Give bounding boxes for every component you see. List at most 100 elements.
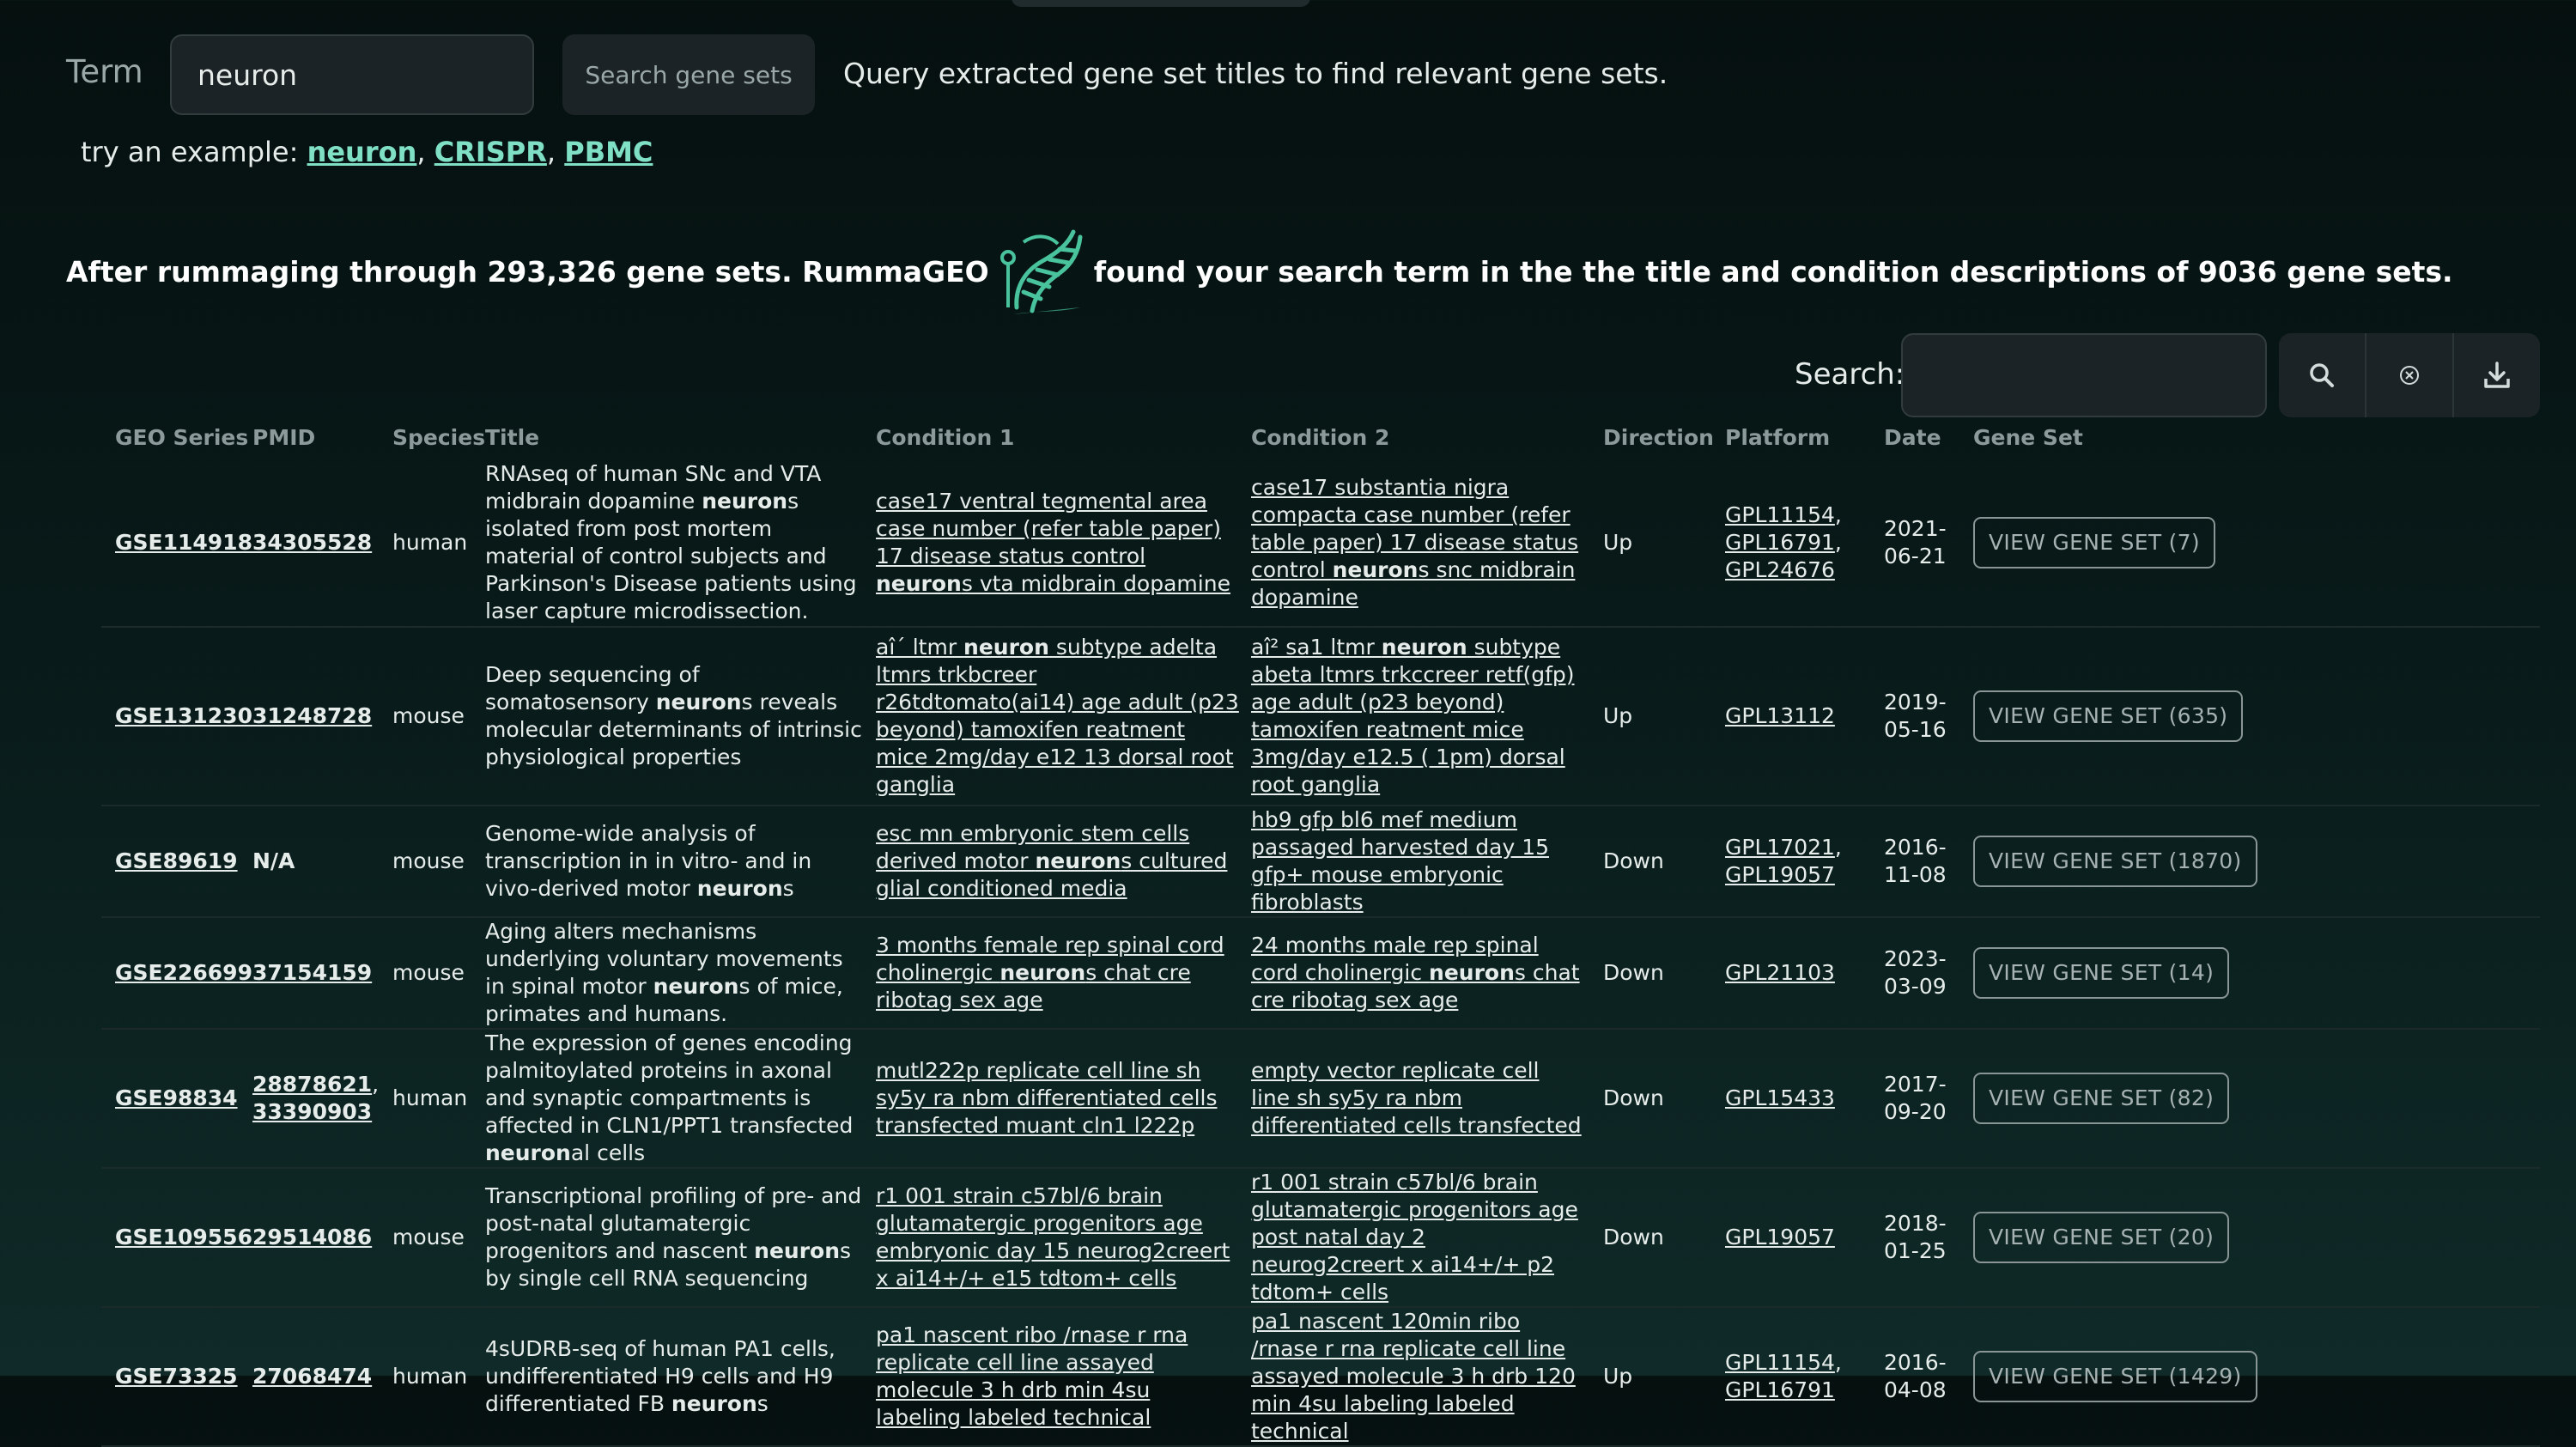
platform-link[interactable]: GPL19057 bbox=[1725, 862, 1835, 887]
col-header-direction[interactable]: Direction bbox=[1589, 416, 1714, 459]
platform-cell: GPL19057 bbox=[1711, 1168, 1870, 1308]
view-gene-set-button[interactable]: VIEW GENE SET (14) bbox=[1973, 947, 2230, 999]
condition-1-cell: esc mn embryonic stem cells derived moto… bbox=[872, 806, 1248, 918]
date-cell: 2019-05-16 bbox=[1870, 627, 1959, 806]
geo-series-link[interactable]: GSE226699 bbox=[115, 960, 252, 985]
geo-series-link[interactable]: GSE109556 bbox=[115, 1225, 252, 1249]
geo-series-cell: GSE131230 bbox=[101, 627, 252, 806]
geo-series-cell: GSE98834 bbox=[101, 1029, 239, 1169]
platform-cell: GPL15433 bbox=[1711, 1029, 1870, 1169]
date-cell: 2021-06-21 bbox=[1870, 459, 1959, 628]
platform-link[interactable]: GPL21103 bbox=[1725, 960, 1835, 985]
search-button[interactable] bbox=[2279, 333, 2366, 417]
condition-2-link[interactable]: r1 001 strain c57bl/6 brain glutamatergi… bbox=[1251, 1170, 1578, 1304]
geo-series-link[interactable]: GSE131230 bbox=[115, 703, 252, 728]
term-input[interactable] bbox=[170, 34, 534, 115]
pmid-link[interactable]: 34305528 bbox=[252, 530, 372, 555]
table-row: GSE73325 27068474 human 4sUDRB-seq of human… bbox=[101, 1307, 2540, 1447]
condition-1-link[interactable]: mutl222p replicate cell line sh sy5y ra … bbox=[876, 1058, 1218, 1138]
platform-link[interactable]: GPL15433 bbox=[1725, 1085, 1835, 1110]
search-gene-sets-button[interactable]: Search gene sets bbox=[562, 34, 815, 115]
species-cell: human bbox=[379, 459, 482, 628]
geo-series-link[interactable]: GSE73325 bbox=[115, 1364, 238, 1389]
view-gene-set-button[interactable]: VIEW GENE SET (82) bbox=[1973, 1073, 2230, 1124]
condition-1-link[interactable]: aî´ ltmr neuron subtype adelta ltmrs trk… bbox=[876, 635, 1239, 797]
pmid-cell: 27068474 bbox=[239, 1307, 379, 1447]
col-header-date[interactable]: Date bbox=[1870, 416, 1959, 459]
col-header-geo-series[interactable]: GEO Series bbox=[101, 416, 248, 459]
pmid-cell: 29514086 bbox=[239, 1168, 379, 1308]
condition-1-cell: pa1 nascent ribo /rnase r rna replicate … bbox=[872, 1307, 1248, 1447]
term-label: Term bbox=[66, 53, 143, 90]
condition-1-link[interactable]: esc mn embryonic stem cells derived moto… bbox=[876, 821, 1227, 901]
title-cell: Genome-wide analysis of transcription in… bbox=[482, 806, 872, 918]
table-row: GSE89619 N/A mouse Genome-wide analysis of … bbox=[101, 806, 2540, 918]
search-icon bbox=[2310, 363, 2334, 387]
col-header-gene-set[interactable]: Gene Set bbox=[1959, 416, 2540, 459]
pmid-cell: 31248728 bbox=[239, 627, 379, 806]
condition-2-link[interactable]: pa1 nascent 120min ribo /rnase r rna rep… bbox=[1251, 1309, 1576, 1444]
example-link-neuron[interactable]: neuron bbox=[307, 136, 417, 168]
download-button[interactable] bbox=[2454, 333, 2540, 417]
condition-1-link[interactable]: pa1 nascent ribo /rnase r rna replicate … bbox=[876, 1322, 1188, 1430]
platform-link[interactable]: GPL11154 bbox=[1725, 502, 1835, 527]
pmid-link[interactable]: 29514086 bbox=[252, 1225, 372, 1249]
species-cell: mouse bbox=[379, 917, 482, 1030]
platform-link[interactable]: GPL16791 bbox=[1725, 1377, 1835, 1402]
query-description: Query extracted gene set titles to find … bbox=[843, 57, 1668, 90]
view-gene-set-button[interactable]: VIEW GENE SET (20) bbox=[1973, 1212, 2230, 1263]
date-cell: 2016-04-08 bbox=[1870, 1307, 1959, 1447]
view-gene-set-button[interactable]: VIEW GENE SET (7) bbox=[1973, 516, 2215, 568]
pmid-cell: N/A bbox=[239, 806, 379, 918]
platform-link[interactable]: GPL13112 bbox=[1725, 703, 1835, 728]
condition-1-link[interactable]: case17 ventral tegmental area case numbe… bbox=[876, 489, 1230, 596]
platform-cell: GPL21103 bbox=[1711, 917, 1870, 1030]
pmid-link[interactable]: 37154159 bbox=[252, 960, 372, 985]
platform-link[interactable]: GPL16791 bbox=[1725, 530, 1835, 555]
col-header-title[interactable]: Title bbox=[482, 416, 872, 459]
highlight-term: neuron bbox=[655, 690, 742, 714]
condition-1-link[interactable]: r1 001 strain c57bl/6 brain glutamatergi… bbox=[876, 1183, 1230, 1291]
col-header-pmid[interactable]: PMID bbox=[239, 416, 379, 459]
col-header-condition-2[interactable]: Condition 2 bbox=[1248, 416, 1589, 459]
pmid-link[interactable]: 33390903 bbox=[252, 1099, 372, 1124]
title-cell: Aging alters mechanisms underlying volun… bbox=[482, 917, 872, 1030]
platform-cell: GPL17021, GPL19057 bbox=[1711, 806, 1870, 918]
view-gene-set-button[interactable]: VIEW GENE SET (1870) bbox=[1973, 836, 2257, 887]
title-cell: The expression of genes encoding palmito… bbox=[482, 1029, 872, 1169]
geo-series-link[interactable]: GSE114918 bbox=[115, 530, 252, 555]
geo-series-link[interactable]: GSE89619 bbox=[115, 848, 238, 873]
platform-link[interactable]: GPL17021 bbox=[1725, 835, 1835, 860]
view-gene-set-button[interactable]: VIEW GENE SET (1429) bbox=[1973, 1351, 2257, 1402]
geo-series-cell: GSE114918 bbox=[101, 459, 252, 628]
condition-2-link[interactable]: hb9 gfp bl6 mef medium passaged harveste… bbox=[1251, 807, 1549, 915]
example-link-crispr[interactable]: CRISPR bbox=[434, 136, 547, 168]
examples-row: try an example: neuron, CRISPR, PBMC bbox=[81, 136, 653, 168]
highlight-term: neuron bbox=[999, 960, 1086, 985]
gene-set-cell: VIEW GENE SET (82) bbox=[1959, 1029, 2540, 1169]
platform-link[interactable]: GPL24676 bbox=[1725, 557, 1835, 582]
condition-2-link[interactable]: case17 substantia nigra compacta case nu… bbox=[1251, 475, 1578, 610]
condition-1-link[interactable]: 3 months female rep spinal cord choliner… bbox=[876, 933, 1224, 1012]
platform-link[interactable]: GPL19057 bbox=[1725, 1225, 1835, 1249]
col-header-platform[interactable]: Platform bbox=[1711, 416, 1870, 459]
col-header-condition-1[interactable]: Condition 1 bbox=[872, 416, 1248, 459]
pmid-link[interactable]: 28878621 bbox=[252, 1072, 372, 1097]
example-link-pbmc[interactable]: PBMC bbox=[564, 136, 653, 168]
platform-link[interactable]: GPL11154 bbox=[1725, 1350, 1835, 1375]
geo-series-link[interactable]: GSE98834 bbox=[115, 1085, 238, 1110]
highlight-term: neuron bbox=[1035, 848, 1121, 873]
condition-2-link[interactable]: aî² sa1 ltmr neuron subtype abeta ltmrs … bbox=[1251, 635, 1575, 797]
pmid-link[interactable]: 31248728 bbox=[252, 703, 372, 728]
condition-2-cell: 24 months male rep spinal cord cholinerg… bbox=[1248, 917, 1589, 1030]
view-gene-set-button[interactable]: VIEW GENE SET (635) bbox=[1973, 690, 2244, 742]
condition-2-cell: pa1 nascent 120min ribo /rnase r rna rep… bbox=[1248, 1307, 1589, 1447]
table-search-input[interactable] bbox=[1901, 333, 2267, 417]
geo-series-cell: GSE73325 bbox=[101, 1307, 239, 1447]
title-cell: Deep sequencing of somatosensory neurons… bbox=[482, 627, 872, 806]
clear-search-button[interactable] bbox=[2366, 333, 2454, 417]
condition-2-link[interactable]: empty vector replicate cell line sh sy5y… bbox=[1251, 1058, 1582, 1138]
pmid-link[interactable]: 27068474 bbox=[252, 1364, 372, 1389]
condition-2-link[interactable]: 24 months male rep spinal cord cholinerg… bbox=[1251, 933, 1580, 1012]
col-header-species[interactable]: Species bbox=[379, 416, 485, 459]
